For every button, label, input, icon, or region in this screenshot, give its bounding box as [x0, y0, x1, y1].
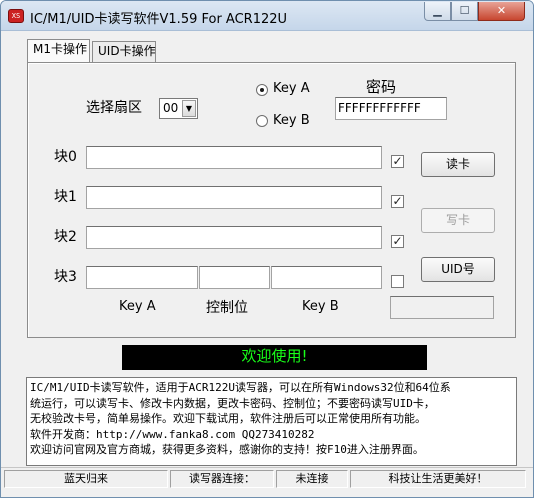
password-label: 密码 [366, 78, 397, 96]
key-b-label: Key B [273, 113, 310, 128]
sector-select[interactable]: 00 ▼ [159, 98, 198, 119]
uid-output [390, 296, 494, 319]
tab-uid-card[interactable]: UID卡操作 [92, 41, 156, 62]
read-card-button[interactable]: 读卡 [421, 152, 495, 177]
status-slogan: 科技让生活更美好！ [350, 470, 526, 488]
info-line: IC/M1/UID卡读写软件，适用于ACR122U读写器，可以在所有Window… [30, 381, 451, 394]
block0-checkbox[interactable]: ✓ [391, 155, 404, 168]
sector-value: 00 [163, 101, 179, 115]
block3-label: 块3 [54, 269, 77, 285]
status-bar: 蓝天归来 读写器连接： 未连接 科技让生活更美好！ [1, 467, 533, 489]
password-input[interactable]: FFFFFFFFFFFF [335, 97, 447, 120]
block3-key-b-caption: Key B [302, 299, 339, 314]
block0-label: 块0 [54, 149, 77, 165]
block2-input[interactable] [86, 226, 382, 249]
minimize-button[interactable]: ▁ [424, 2, 451, 21]
welcome-banner: 欢迎使用! [122, 345, 427, 370]
info-line: 软件开发商：http://www.fanka8.com QQ273410282 [30, 427, 315, 441]
block3-access-bits-input[interactable] [199, 266, 270, 289]
info-line: 无校验改卡号，简单易操作。欢迎下载试用，软件注册后可以正常使用所有功能。 [30, 412, 426, 426]
block2-label: 块2 [54, 229, 77, 245]
block3-key-a-input[interactable] [86, 266, 198, 289]
block2-checkbox[interactable]: ✓ [391, 235, 404, 248]
block0-input[interactable] [86, 146, 382, 169]
title-bar[interactable]: XS IC/M1/UID卡读写软件V1.59 For ACR122U ▁ ☐ ✕ [1, 1, 533, 31]
info-line: 欢迎访问官网及官方商城，获得更多资料，感谢你的支持！按F10进入注册界面。 [30, 443, 424, 457]
window-title: IC/M1/UID卡读写软件V1.59 For ACR122U [30, 12, 288, 27]
info-textbox[interactable]: IC/M1/UID卡读写软件，适用于ACR122U读写器，可以在所有Window… [26, 377, 517, 466]
uid-button[interactable]: UID号 [421, 257, 495, 282]
status-brand: 蓝天归来 [4, 470, 168, 488]
block3-checkbox[interactable] [391, 275, 404, 288]
key-b-radio[interactable] [256, 115, 268, 127]
block1-input[interactable] [86, 186, 382, 209]
maximize-button[interactable]: ☐ [451, 2, 478, 21]
app-window: XS IC/M1/UID卡读写软件V1.59 For ACR122U ▁ ☐ ✕… [0, 0, 534, 498]
m1-card-panel: 选择扇区 00 ▼ Key A Key B 密码 FFFFFFFFFFFF 块0… [27, 62, 516, 338]
block3-access-caption: 控制位 [206, 300, 248, 316]
block1-checkbox[interactable]: ✓ [391, 195, 404, 208]
write-card-button[interactable]: 写卡 [421, 208, 495, 233]
status-reader-state: 未连接 [276, 470, 348, 488]
key-a-radio[interactable] [256, 84, 268, 96]
close-button[interactable]: ✕ [478, 2, 525, 21]
info-line: 统运行，可以读写卡、修改卡内数据，更改卡密码、控制位；不要密码读写UID卡， [30, 396, 435, 410]
chevron-down-icon[interactable]: ▼ [182, 100, 196, 117]
block3-key-a-caption: Key A [119, 299, 156, 314]
block3-key-b-input[interactable] [271, 266, 382, 289]
app-icon: XS [8, 9, 24, 23]
status-reader-label: 读写器连接： [170, 470, 274, 488]
sector-label: 选择扇区 [86, 100, 142, 116]
tab-m1-card[interactable]: M1卡操作 [27, 39, 90, 62]
key-a-label: Key A [273, 81, 310, 96]
block1-label: 块1 [54, 189, 77, 205]
